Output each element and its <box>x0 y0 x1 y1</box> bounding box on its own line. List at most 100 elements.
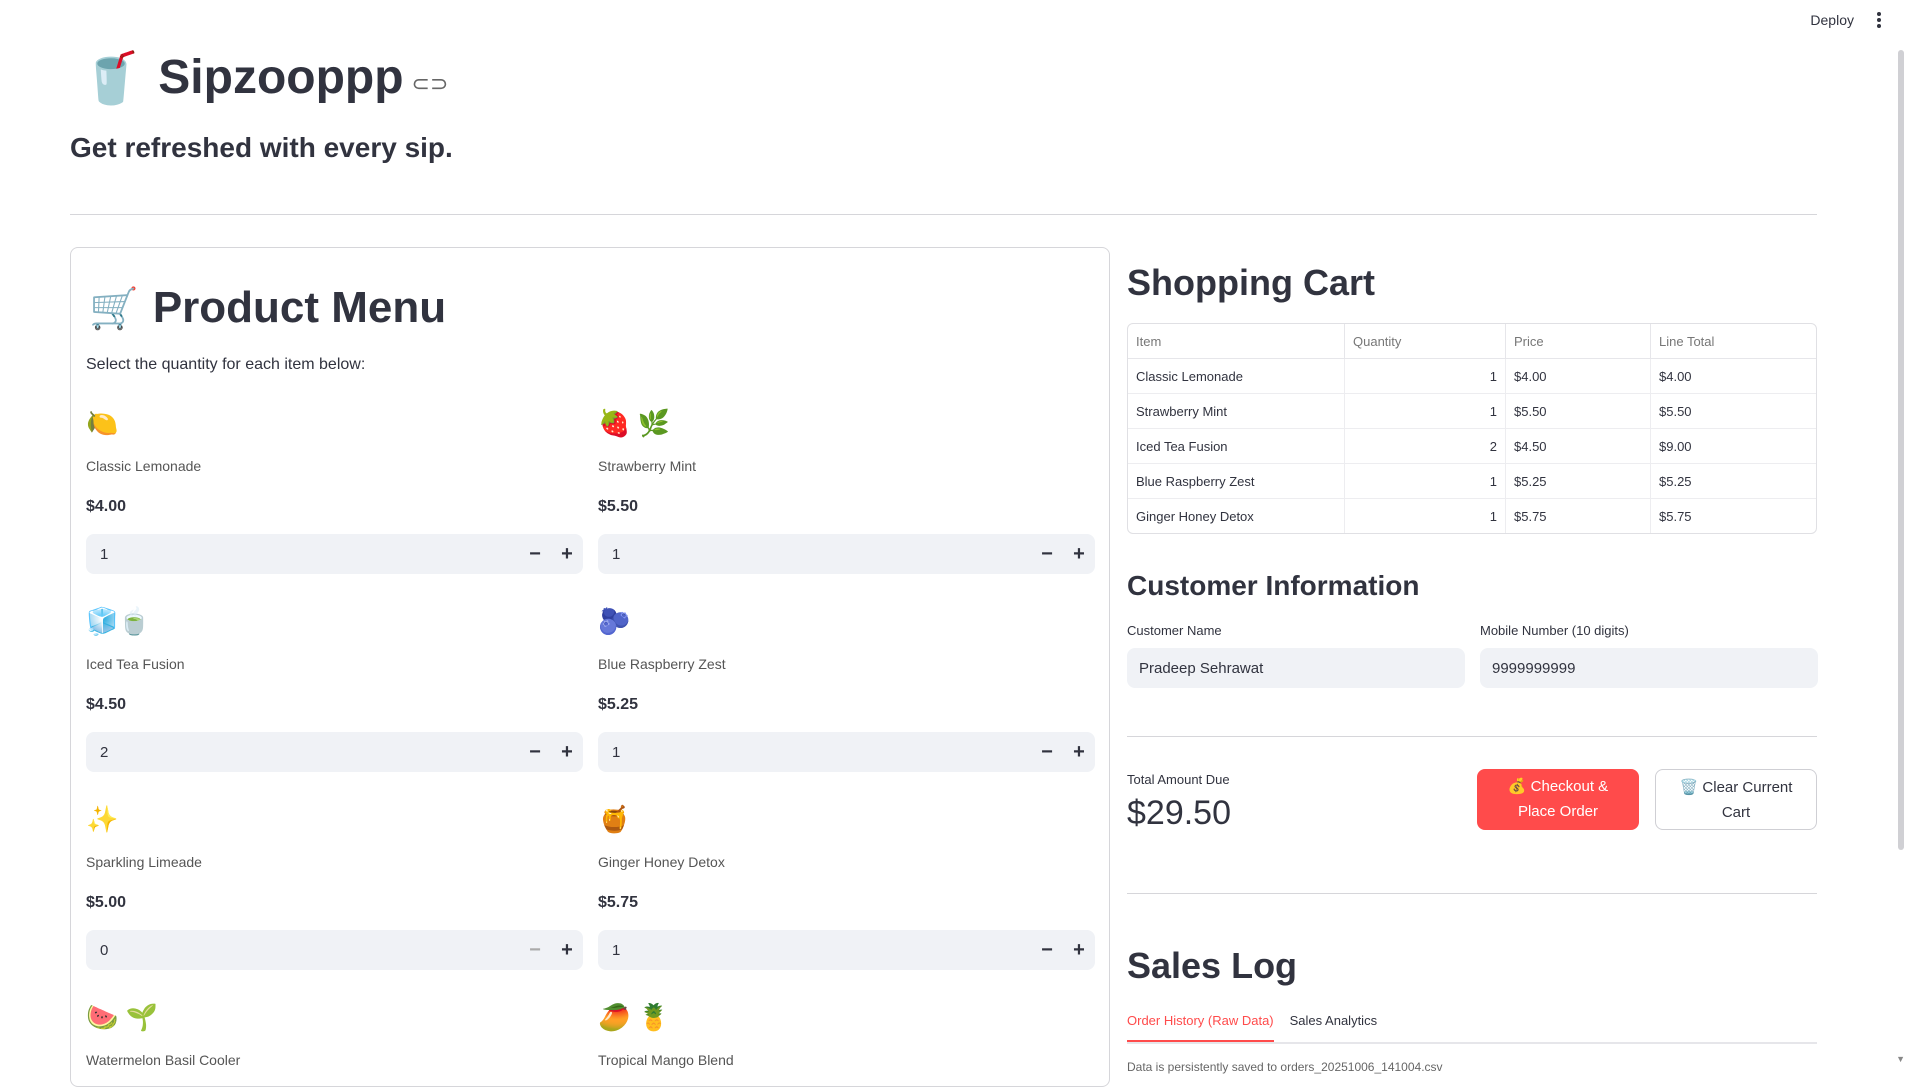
customer-name-input[interactable] <box>1127 648 1465 688</box>
cell-item: Classic Lemonade <box>1128 359 1345 394</box>
shopping-cart-icon: 🛒 <box>89 286 139 331</box>
column-header[interactable]: Price <box>1506 324 1651 359</box>
customer-info-title: Customer Information <box>1127 570 1420 601</box>
product-name: Blue Raspberry Zest <box>598 656 726 672</box>
product-card: 🫐 Blue Raspberry Zest $5.25 1 − + <box>598 606 1095 772</box>
menu-title: Product Menu <box>152 283 447 332</box>
section-divider <box>1127 893 1817 894</box>
cart-table: Item Quantity Price Line Total Classic L… <box>1127 323 1817 534</box>
tab-sales-analytics[interactable]: Sales Analytics <box>1290 1010 1377 1042</box>
product-name: Iced Tea Fusion <box>86 656 185 672</box>
product-price: $5.50 <box>598 498 639 515</box>
sales-tabs: Order History (Raw Data) Sales Analytics <box>1127 1010 1817 1044</box>
sparkles-icon: ✨ <box>86 804 119 834</box>
scroll-down-icon[interactable]: ▼ <box>1896 1054 1905 1064</box>
product-name: Watermelon Basil Cooler <box>86 1052 241 1068</box>
quantity-stepper[interactable]: 1 − + <box>598 930 1095 970</box>
page-scrollbar[interactable] <box>1898 50 1904 850</box>
cell-quantity: 2 <box>1345 429 1506 464</box>
clear-cart-button[interactable]: 🗑️ Clear Current Cart <box>1655 769 1817 830</box>
menu-instructions: Select the quantity for each item below: <box>86 356 366 373</box>
increment-button[interactable]: + <box>1063 741 1095 764</box>
persistence-note: Data is persistently saved to orders_202… <box>1127 1060 1443 1074</box>
increment-button[interactable]: + <box>551 543 583 566</box>
tagline: Get refreshed with every sip. <box>70 132 453 163</box>
cell-price: $5.75 <box>1506 499 1651 533</box>
decrement-button[interactable]: − <box>519 741 551 764</box>
quantity-stepper[interactable]: 2 − + <box>86 732 583 772</box>
lemon-icon: 🍋 <box>86 408 119 438</box>
cell-quantity: 1 <box>1345 464 1506 499</box>
product-card: 🍉 🌱 Watermelon Basil Cooler <box>86 1002 583 1068</box>
customer-name-label: Customer Name <box>1127 623 1222 638</box>
app-header: 🥤 Sipzooppp ⊂⊃ <box>80 50 448 105</box>
product-card: 🥭 🍍 Tropical Mango Blend <box>598 1002 1095 1068</box>
cart-title: Shopping Cart <box>1127 262 1375 303</box>
table-row: Strawberry Mint 1 $5.50 $5.50 <box>1128 394 1816 429</box>
table-row: Ginger Honey Detox 1 $5.75 $5.75 <box>1128 499 1816 533</box>
increment-button[interactable]: + <box>551 939 583 962</box>
product-name: Tropical Mango Blend <box>598 1052 734 1068</box>
anchor-link-icon[interactable]: ⊂⊃ <box>412 71 449 97</box>
cell-line-total: $4.00 <box>1651 359 1816 394</box>
cell-line-total: $9.00 <box>1651 429 1816 464</box>
product-name: Strawberry Mint <box>598 458 697 474</box>
cell-quantity: 1 <box>1345 499 1506 533</box>
increment-button[interactable]: + <box>1063 543 1095 566</box>
table-row: Classic Lemonade 1 $4.00 $4.00 <box>1128 359 1816 394</box>
cell-item: Ginger Honey Detox <box>1128 499 1345 533</box>
increment-button[interactable]: + <box>1063 939 1095 962</box>
cell-line-total: $5.50 <box>1651 394 1816 429</box>
product-card: 🍓 🌿 Strawberry Mint $5.50 1 − + <box>598 408 1095 574</box>
product-card: 🧊🍵 Iced Tea Fusion $4.50 2 − + <box>86 606 583 772</box>
quantity-input[interactable]: 2 <box>86 744 519 761</box>
quantity-stepper[interactable]: 1 − + <box>598 732 1095 772</box>
checkout-label-line1: 💰 Checkout & <box>1507 778 1609 795</box>
blueberry-icon: 🫐 <box>598 606 631 636</box>
watermelon-seedling-icon: 🍉 🌱 <box>86 1002 158 1032</box>
table-header-row: Item Quantity Price Line Total <box>1128 324 1816 359</box>
quantity-input[interactable]: 0 <box>86 942 519 959</box>
header-divider <box>70 214 1817 215</box>
product-card: 🍯 Ginger Honey Detox $5.75 1 − + <box>598 804 1095 970</box>
decrement-button[interactable]: − <box>1031 543 1063 566</box>
deploy-button[interactable]: Deploy <box>1810 12 1854 28</box>
total-amount: $29.50 <box>1127 794 1231 832</box>
total-label: Total Amount Due <box>1127 772 1230 787</box>
cell-quantity: 1 <box>1345 394 1506 429</box>
tab-order-history[interactable]: Order History (Raw Data) <box>1127 1010 1274 1042</box>
quantity-input[interactable]: 1 <box>598 546 1031 563</box>
sales-log-title: Sales Log <box>1127 945 1298 986</box>
increment-button[interactable]: + <box>551 741 583 764</box>
more-options-icon[interactable] <box>1876 12 1882 30</box>
product-name: Classic Lemonade <box>86 458 202 474</box>
decrement-button[interactable]: − <box>519 543 551 566</box>
ice-tea-icon: 🧊🍵 <box>86 606 151 636</box>
honey-pot-icon: 🍯 <box>598 804 631 834</box>
quantity-input[interactable]: 1 <box>598 942 1031 959</box>
quantity-input[interactable]: 1 <box>598 744 1031 761</box>
cell-item: Strawberry Mint <box>1128 394 1345 429</box>
decrement-button[interactable]: − <box>1031 741 1063 764</box>
product-price: $5.00 <box>86 894 127 911</box>
quantity-stepper[interactable]: 1 − + <box>86 534 583 574</box>
column-header[interactable]: Quantity <box>1345 324 1506 359</box>
cell-price: $4.50 <box>1506 429 1651 464</box>
product-price: $4.00 <box>86 498 127 515</box>
cell-price: $5.50 <box>1506 394 1651 429</box>
quantity-stepper[interactable]: 0 − + <box>86 930 583 970</box>
column-header[interactable]: Line Total <box>1651 324 1816 359</box>
cell-item: Blue Raspberry Zest <box>1128 464 1345 499</box>
quantity-input[interactable]: 1 <box>86 546 519 563</box>
cell-price: $5.25 <box>1506 464 1651 499</box>
decrement-button[interactable]: − <box>1031 939 1063 962</box>
menu-heading: 🛒 Product Menu <box>89 283 446 333</box>
column-header[interactable]: Item <box>1128 324 1345 359</box>
quantity-stepper[interactable]: 1 − + <box>598 534 1095 574</box>
checkout-button[interactable]: 💰 Checkout & Place Order <box>1477 769 1639 830</box>
decrement-button[interactable]: − <box>519 939 551 962</box>
top-toolbar: Deploy <box>0 0 1908 44</box>
strawberry-herb-icon: 🍓 🌿 <box>598 408 670 438</box>
product-card: 🍋 Classic Lemonade $4.00 1 − + <box>86 408 583 574</box>
mobile-number-input[interactable] <box>1480 648 1818 688</box>
